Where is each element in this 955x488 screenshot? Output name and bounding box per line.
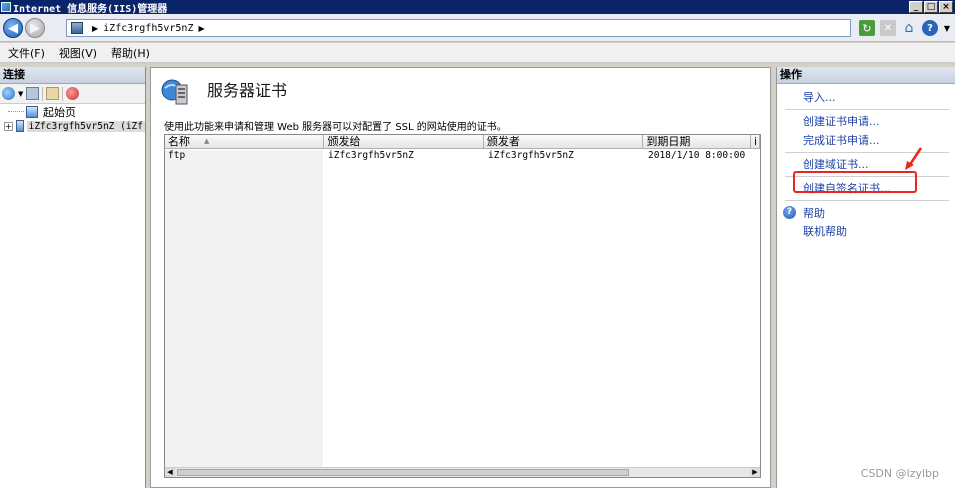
horizontal-scrollbar[interactable]: ◀ ▶ (165, 467, 760, 477)
connections-header: 连接 (0, 67, 145, 84)
disconnect-icon[interactable] (66, 87, 80, 100)
chevron-down-icon[interactable]: ▼ (943, 20, 951, 36)
connect-globe-icon[interactable] (2, 87, 15, 100)
cell-issued-to: iZfc3rgfh5vr5nZ (328, 150, 414, 161)
actions-list: 导入... 创建证书申请... 完成证书申请... 创建域证书... 创建自签名… (777, 84, 955, 242)
action-import[interactable]: 导入... (777, 89, 955, 108)
connections-panel: 连接 ▼ 起始页 + iZfc3rgfh5vr5nZ (iZf (0, 67, 146, 488)
start-page-icon (26, 106, 38, 118)
menu-file[interactable]: 文件(F) (8, 45, 45, 61)
forward-button[interactable]: ▶ (25, 18, 45, 38)
tree-item-label: iZfc3rgfh5vr5nZ (iZf (26, 120, 145, 132)
actions-divider (785, 200, 949, 201)
breadcrumb-server[interactable]: iZfc3rgfh5vr5nZ (103, 23, 193, 34)
action-help[interactable]: ? 帮助 (777, 204, 955, 223)
scroll-right-icon[interactable]: ▶ (750, 468, 760, 477)
column-header-name[interactable]: 名称 ▲ (165, 135, 325, 148)
window-title: Internet 信息服务(IIS)管理器 (13, 3, 168, 15)
feature-panel: 服务器证书 使用此功能来申请和管理 Web 服务器可以对配置了 SSL 的网站使… (150, 67, 771, 488)
breadcrumb-separator-icon[interactable]: ▶ (198, 24, 204, 33)
action-create-certificate-request[interactable]: 创建证书申请... (777, 113, 955, 132)
refresh-icon[interactable]: ↻ (859, 20, 875, 36)
help-icon[interactable]: ? (922, 20, 938, 36)
feature-description: 使用此功能来申请和管理 Web 服务器可以对配置了 SSL 的网站使用的证书。 (164, 122, 507, 133)
column-header-truncated[interactable]: i (751, 135, 760, 148)
address-bar[interactable]: ▶ iZfc3rgfh5vr5nZ ▶ (66, 19, 851, 37)
stop-icon[interactable]: ✕ (880, 20, 896, 36)
cell-expiration: 2018/1/10 8:00:00 (648, 150, 746, 161)
menu-help[interactable]: 帮助(H) (111, 45, 150, 61)
actions-header: 操作 (777, 67, 955, 84)
connections-toolbar: ▼ (0, 84, 145, 104)
actions-panel: 操作 导入... 创建证书申请... 完成证书申请... 创建域证书... 创建… (776, 67, 955, 488)
iis-app-icon (1, 2, 11, 12)
chevron-down-icon[interactable]: ▼ (18, 90, 23, 98)
title-bar: Internet 信息服务(IIS)管理器 _ □ × (0, 0, 955, 15)
actions-divider (785, 109, 949, 110)
column-header-label: 名称 (168, 135, 190, 148)
tree-item-label: 起始页 (43, 106, 76, 119)
close-button[interactable]: × (939, 1, 953, 13)
forward-arrow-icon: ▶ (30, 20, 40, 36)
tree-connector (8, 105, 24, 112)
scroll-left-icon[interactable]: ◀ (165, 468, 175, 477)
annotation-highlight-box (793, 171, 917, 193)
column-header-issued-to[interactable]: 颁发给 (324, 135, 484, 148)
menu-bar: 文件(F) 视图(V) 帮助(H) (0, 43, 955, 63)
scrollbar-thumb[interactable] (177, 469, 629, 476)
maximize-button[interactable]: □ (924, 1, 938, 13)
grid-header: 名称 ▲ 颁发给 颁发者 到期日期 i (165, 135, 760, 149)
toolbar-divider (42, 86, 44, 101)
page-title: 服务器证书 (207, 81, 288, 100)
tree-item-start-page[interactable]: 起始页 (0, 105, 145, 119)
connections-tree: 起始页 + iZfc3rgfh5vr5nZ (iZf (0, 104, 145, 133)
help-icon: ? (783, 206, 796, 219)
action-help-label: 帮助 (803, 207, 825, 220)
column-header-expiration[interactable]: 到期日期 (643, 135, 751, 148)
toolbar-divider (62, 86, 64, 101)
sorted-column-shade (165, 150, 323, 470)
annotation-arrow-icon (905, 147, 923, 170)
address-toolbar: ◀ ▶ ▶ iZfc3rgfh5vr5nZ ▶ ↻ ✕ ⌂ ? ▼ (0, 14, 955, 42)
cell-name: ftp (168, 150, 186, 161)
breadcrumb-separator-icon[interactable]: ▶ (92, 24, 98, 33)
home-icon[interactable]: ⌂ (901, 20, 917, 36)
cell-issued-by: iZfc3rgfh5vr5nZ (488, 150, 574, 161)
expand-icon[interactable]: + (4, 121, 13, 131)
action-complete-certificate-request[interactable]: 完成证书申请... (777, 132, 955, 151)
window-controls: _ □ × (909, 1, 953, 13)
back-arrow-icon: ◀ (8, 20, 18, 36)
back-button[interactable]: ◀ (3, 18, 23, 38)
table-row[interactable]: ftp iZfc3rgfh5vr5nZ iZfc3rgfh5vr5nZ 2018… (165, 149, 760, 163)
column-header-issued-by[interactable]: 颁发者 (484, 135, 644, 148)
server-certificates-icon (161, 79, 188, 105)
server-icon (15, 120, 24, 132)
tree-item-server[interactable]: + iZfc3rgfh5vr5nZ (iZf (0, 119, 145, 133)
save-icon[interactable] (26, 87, 40, 100)
watermark: CSDN @lzylbp (860, 467, 939, 480)
up-level-icon[interactable] (46, 87, 60, 100)
server-node-icon (71, 22, 83, 34)
minimize-button[interactable]: _ (909, 1, 923, 13)
address-tools: ↻ ✕ ⌂ ? ▼ (859, 20, 951, 36)
sort-ascending-icon: ▲ (204, 137, 210, 145)
menu-view[interactable]: 视图(V) (59, 45, 97, 61)
action-online-help[interactable]: 联机帮助 (777, 223, 955, 242)
certificates-grid: 名称 ▲ 颁发给 颁发者 到期日期 i ftp iZfc3rgfh5vr5nZ … (164, 134, 761, 478)
